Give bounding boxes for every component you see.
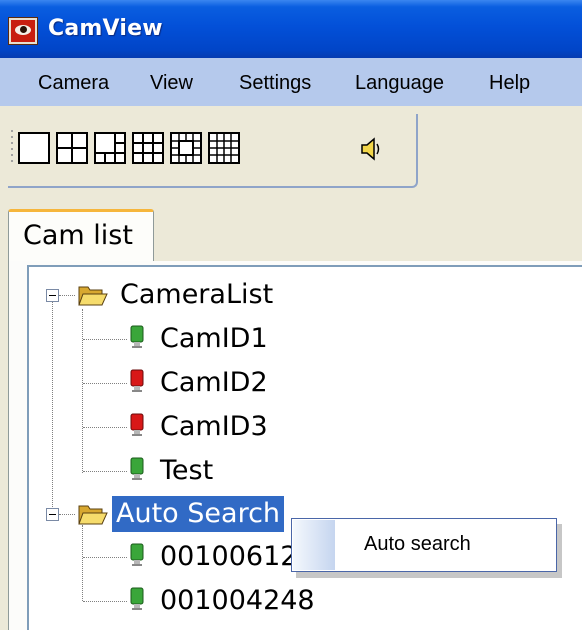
tree-node-test[interactable]: Test (156, 453, 217, 489)
menu-help[interactable]: Help (489, 72, 530, 95)
camera-offline-icon (130, 369, 144, 392)
camera-online-icon (130, 325, 144, 348)
layout-16-button[interactable] (208, 132, 240, 164)
layout-4-button[interactable] (56, 132, 88, 164)
tree-node-00100612[interactable]: 00100612 (156, 539, 301, 575)
tree-group-auto-search[interactable]: Auto Search (112, 496, 285, 532)
speaker-icon[interactable] (360, 136, 382, 162)
tree-node-001004248[interactable]: 001004248 (156, 583, 319, 619)
context-menu-auto-search[interactable]: Auto search (364, 533, 471, 556)
layout-13-icon (172, 134, 200, 162)
tab-cam-list[interactable]: Cam list (8, 209, 154, 262)
menu-language[interactable]: Language (355, 72, 444, 95)
layout-9-button[interactable] (132, 132, 164, 164)
tree-node-camid1[interactable]: CamID1 (156, 321, 272, 357)
layout-6-button[interactable] (94, 132, 126, 164)
camera-offline-icon (130, 413, 144, 436)
folder-open-icon (78, 505, 108, 525)
menu-bar: Camera View Settings Language Help (0, 58, 582, 106)
app-eye-icon (8, 17, 38, 45)
toolbar-area (0, 106, 582, 198)
menu-view[interactable]: View (150, 72, 193, 95)
layout-toolbar (8, 114, 418, 188)
toolbar-grip-icon[interactable] (10, 128, 14, 168)
window-title: CamView (48, 16, 163, 41)
layout-4-icon (58, 134, 86, 162)
context-menu-icon-strip (293, 520, 335, 570)
layout-6-icon (96, 134, 124, 162)
camera-online-icon (130, 543, 144, 566)
camera-online-icon (130, 587, 144, 610)
tab-cam-list-label: Cam list (23, 220, 133, 251)
folder-open-icon (78, 286, 108, 306)
menu-settings[interactable]: Settings (239, 72, 311, 95)
layout-1-button[interactable] (18, 132, 50, 164)
context-menu: Auto search (291, 518, 557, 572)
camera-online-icon (130, 457, 144, 480)
tree-node-camid2[interactable]: CamID2 (156, 365, 272, 401)
collapse-cameralist-toggle[interactable] (46, 289, 59, 302)
tree-node-camid3[interactable]: CamID3 (156, 409, 272, 445)
menu-camera[interactable]: Camera (38, 72, 109, 95)
title-bar[interactable]: CamView (0, 0, 582, 58)
collapse-auto-search-toggle[interactable] (46, 508, 59, 521)
layout-13-button[interactable] (170, 132, 202, 164)
tree-group-cameralist[interactable]: CameraList (116, 277, 277, 313)
layout-1-icon (20, 134, 48, 162)
layout-9-icon (134, 134, 162, 162)
layout-16-icon (210, 134, 238, 162)
